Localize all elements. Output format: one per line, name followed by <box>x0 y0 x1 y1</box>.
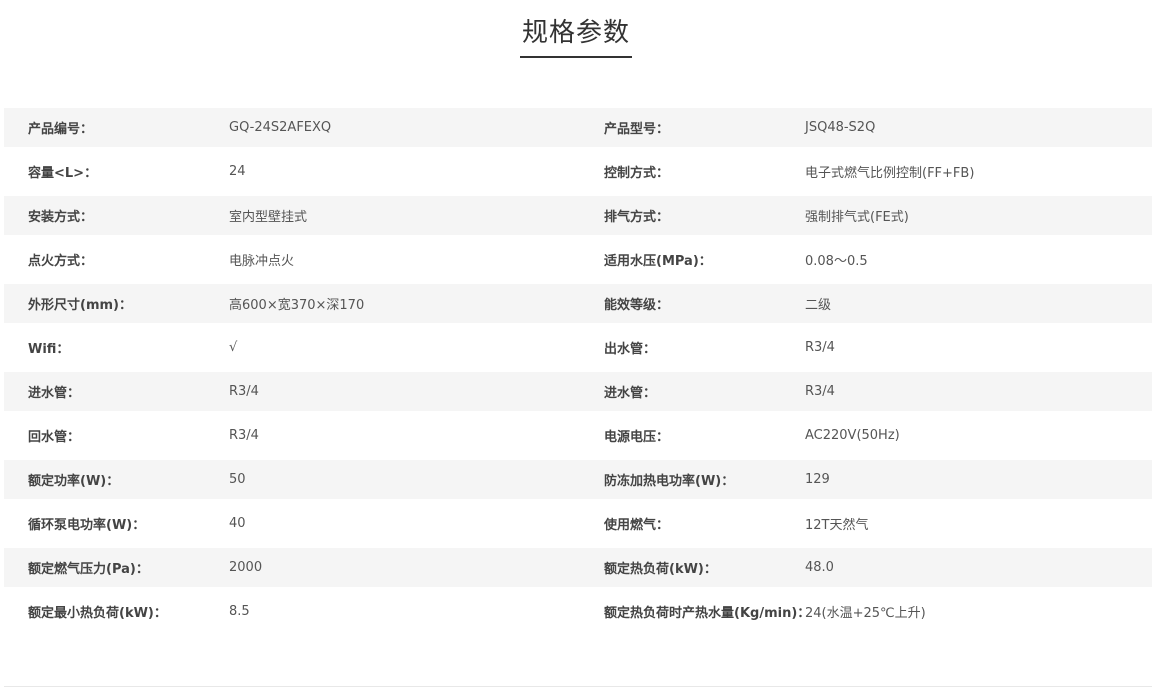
divider <box>4 686 1152 687</box>
spec-value: 50 <box>229 472 246 487</box>
spec-value: 电脉冲点火 <box>229 254 295 269</box>
table-row: 外形尺寸(mm)： 高600×宽370×深170 能效等级： 二级 <box>4 284 1152 323</box>
table-row: 循环泵电功率(W)： 40 使用燃气： 12T天然气 <box>4 504 1152 543</box>
spec-label: 控制方式： <box>604 166 670 181</box>
spec-value: 12T天然气 <box>805 518 869 533</box>
spec-value: AC220V(50Hz) <box>805 428 900 443</box>
spec-table: 产品编号： GQ-24S2AFEXQ 产品型号： JSQ48-S2Q 容量<L>… <box>4 103 1152 636</box>
spec-label: 安装方式： <box>28 210 94 225</box>
spec-label: 适用水压(MPa)： <box>604 254 712 269</box>
spec-label: 进水管： <box>604 386 657 401</box>
table-row: 容量<L>： 24 控制方式： 电子式燃气比例控制(FF+FB) <box>4 152 1152 191</box>
table-row: 点火方式： 电脉冲点火 适用水压(MPa)： 0.08～0.5 <box>4 240 1152 279</box>
spec-value: 电子式燃气比例控制(FF+FB) <box>805 166 975 181</box>
spec-value: √ <box>229 340 238 355</box>
table-row: 回水管： R3/4 电源电压： AC220V(50Hz) <box>4 416 1152 455</box>
spec-label: Wifi： <box>28 342 70 357</box>
spec-value: 24(水温+25℃上升) <box>805 606 926 621</box>
spec-label: 进水管： <box>28 386 81 401</box>
spec-label: 循环泵电功率(W)： <box>28 518 146 533</box>
spec-value: 室内型壁挂式 <box>229 210 308 225</box>
spec-value: 48.0 <box>805 560 834 575</box>
spec-value: 高600×宽370×深170 <box>229 298 365 313</box>
spec-value: 40 <box>229 516 246 531</box>
spec-label: 额定热负荷(kW)： <box>604 562 717 577</box>
spec-value: 二级 <box>805 298 832 313</box>
spec-label: 产品编号： <box>28 122 94 137</box>
spec-value: 24 <box>229 164 246 179</box>
spec-value: R3/4 <box>805 384 835 399</box>
spec-label: 使用燃气： <box>604 518 670 533</box>
spec-label: 防冻加热电功率(W)： <box>604 474 735 489</box>
spec-label: 额定最小热负荷(kW)： <box>28 606 167 621</box>
spec-value: 129 <box>805 472 830 487</box>
spec-label: 排气方式： <box>604 210 670 225</box>
table-row: 额定最小热负荷(kW)： 8.5 额定热负荷时产热水量(Kg/min)： 24(… <box>4 592 1152 631</box>
spec-label: 点火方式： <box>28 254 94 269</box>
table-row: Wifi： √ 出水管： R3/4 <box>4 328 1152 367</box>
table-row: 进水管： R3/4 进水管： R3/4 <box>4 372 1152 411</box>
table-row: 安装方式： 室内型壁挂式 排气方式： 强制排气式(FE式) <box>4 196 1152 235</box>
spec-value: 强制排气式(FE式) <box>805 210 909 225</box>
page-title: 规格参数 <box>519 16 632 58</box>
spec-label: 外形尺寸(mm)： <box>28 298 132 313</box>
table-row: 额定燃气压力(Pa)： 2000 额定热负荷(kW)： 48.0 <box>4 548 1152 587</box>
spec-label: 额定热负荷时产热水量(Kg/min)： <box>604 606 811 621</box>
spec-label: 产品型号： <box>604 122 670 137</box>
spec-label: 能效等级： <box>604 298 670 313</box>
spec-value: 8.5 <box>229 604 250 619</box>
table-row: 额定功率(W)： 50 防冻加热电功率(W)： 129 <box>4 460 1152 499</box>
spec-label: 额定燃气压力(Pa)： <box>28 562 149 577</box>
title-area: 规格参数 <box>0 0 1152 60</box>
spec-value: 2000 <box>229 560 263 575</box>
spec-label: 额定功率(W)： <box>28 474 120 489</box>
spec-value: R3/4 <box>805 340 835 355</box>
spec-label: 电源电压： <box>604 430 670 445</box>
spec-value: JSQ48-S2Q <box>805 120 876 135</box>
table-row: 产品编号： GQ-24S2AFEXQ 产品型号： JSQ48-S2Q <box>4 108 1152 147</box>
spec-value: 0.08～0.5 <box>805 254 868 269</box>
spec-label: 出水管： <box>604 342 657 357</box>
spec-label: 回水管： <box>28 430 81 445</box>
spec-value: GQ-24S2AFEXQ <box>229 120 332 135</box>
spec-value: R3/4 <box>229 428 259 443</box>
spec-value: R3/4 <box>229 384 259 399</box>
spec-label: 容量<L>： <box>28 166 98 181</box>
